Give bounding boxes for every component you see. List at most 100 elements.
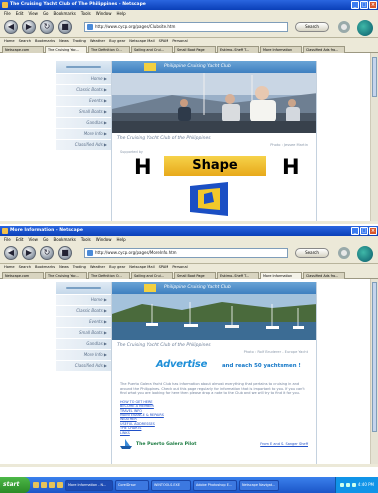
personal-personal[interactable]: Personal xyxy=(172,38,187,45)
personal-news[interactable]: News xyxy=(59,38,69,45)
menu-edit[interactable]: Edit xyxy=(16,236,24,243)
tab-small-boat[interactable]: Small Boat Page xyxy=(174,272,216,279)
menu-tools[interactable]: Tools xyxy=(81,236,91,243)
search-button[interactable]: Search xyxy=(295,248,329,258)
maximize-button[interactable]: □ xyxy=(360,227,368,235)
print-icon[interactable] xyxy=(338,247,350,259)
sidebar-item-events[interactable]: Events ▶ xyxy=(56,96,111,106)
quick-launch-icon[interactable] xyxy=(41,482,47,488)
menu-bookmarks[interactable]: Bookmarks xyxy=(54,10,76,17)
tab-sailing[interactable]: Sailing and Crui... xyxy=(131,272,173,279)
tab-small-boat[interactable]: Small Boat Page xyxy=(174,46,216,53)
sidebar-item-classified[interactable]: Classified Ads ▶ xyxy=(56,140,111,150)
reload-button[interactable]: ↻ xyxy=(40,20,54,34)
sidebar-item-classic-boats[interactable]: Classic Boats ▶ xyxy=(56,85,111,95)
taskbar-item[interactable]: Netscape Navigat... xyxy=(239,479,279,491)
sidebar-item-small-boats[interactable]: Small Boats ▶ xyxy=(56,107,111,117)
menu-help[interactable]: Help xyxy=(117,10,126,17)
quick-launch-icon[interactable] xyxy=(57,482,63,488)
netscape-logo-icon[interactable] xyxy=(357,20,373,36)
menu-bookmarks[interactable]: Bookmarks xyxy=(54,236,76,243)
link-links[interactable]: LINKS xyxy=(120,431,308,435)
tab-cruising-yacht[interactable]: The Cruising Yac... xyxy=(45,46,87,53)
quick-launch-icon[interactable] xyxy=(33,482,39,488)
menu-help[interactable]: Help xyxy=(117,236,126,243)
tab-netscape[interactable]: Netscape.com xyxy=(2,46,44,53)
close-button[interactable]: × xyxy=(369,227,377,235)
address-bar[interactable]: http://www.cycp.org/pages/MoreInfo.htm xyxy=(84,248,288,258)
sidebar-item-home[interactable]: Home ▶ xyxy=(56,295,111,305)
taskbar-item[interactable]: CorelDraw xyxy=(115,479,149,491)
pilot-title[interactable]: The Puerto Galera Pilot xyxy=(136,442,196,447)
sidebar-item-small-boats[interactable]: Small Boats ▶ xyxy=(56,328,111,338)
tab-eskimo[interactable]: Eskimo..Sheff T... xyxy=(217,272,259,279)
back-button[interactable]: ◀ xyxy=(4,246,18,260)
forward-button[interactable]: ▶ xyxy=(22,246,36,260)
tab-netscape[interactable]: Netscape.com xyxy=(2,272,44,279)
tab-classified[interactable]: Classified Ads fro... xyxy=(303,46,345,53)
window-title-bar[interactable]: The Cruising Yacht Club of The Philippin… xyxy=(0,0,378,10)
sidebar-item-gandlas[interactable]: Gandlas ▶ xyxy=(56,118,111,128)
personal-personal[interactable]: Personal xyxy=(172,264,187,271)
sponsor-shape-logo[interactable]: Shape xyxy=(164,156,266,176)
personal-mail[interactable]: Netscape Mail xyxy=(129,38,154,45)
personal-buy-gear[interactable]: Buy gear xyxy=(109,38,125,45)
personal-mail[interactable]: Netscape Mail xyxy=(129,264,154,271)
back-button[interactable]: ◀ xyxy=(4,20,18,34)
sidebar-item-home[interactable]: Home ▶ xyxy=(56,74,111,84)
search-button[interactable]: Search xyxy=(295,22,329,32)
sidebar-item-more-info[interactable]: More Info ▶ xyxy=(56,129,111,139)
menu-tools[interactable]: Tools xyxy=(81,10,91,17)
minimize-button[interactable]: _ xyxy=(351,227,359,235)
personal-trading[interactable]: Trading xyxy=(73,38,86,45)
quick-launch-icon[interactable] xyxy=(49,482,55,488)
menu-go[interactable]: Go xyxy=(43,236,49,243)
menu-window[interactable]: Window xyxy=(96,10,112,17)
tab-sailing[interactable]: Sailing and Crui... xyxy=(131,46,173,53)
stop-button[interactable]: ■ xyxy=(58,20,72,34)
personal-bookmarks[interactable]: Bookmarks xyxy=(35,264,55,271)
personal-home[interactable]: Home xyxy=(4,264,15,271)
vertical-scrollbar[interactable] xyxy=(370,53,378,221)
menu-file[interactable]: File xyxy=(4,10,11,17)
advertise-banner[interactable]: Advertise and reach 50 yachtsmen ! xyxy=(112,357,316,377)
tab-classified[interactable]: Classified Ads fro... xyxy=(303,272,345,279)
tab-cruising-yacht[interactable]: The Cruising Yac... xyxy=(45,272,87,279)
menu-file[interactable]: File xyxy=(4,236,11,243)
window-title-bar[interactable]: More Information - Netscape _ □ × xyxy=(0,226,378,236)
tab-definition[interactable]: The Definition O... xyxy=(88,272,130,279)
vertical-scrollbar[interactable] xyxy=(370,279,378,464)
personal-buy-gear[interactable]: Buy gear xyxy=(109,264,125,271)
reload-button[interactable]: ↻ xyxy=(40,246,54,260)
scrollbar-thumb[interactable] xyxy=(372,57,377,97)
forward-button[interactable]: ▶ xyxy=(22,20,36,34)
personal-search[interactable]: Search xyxy=(19,264,31,271)
taskbar-item[interactable]: Adobe Photoshop E... xyxy=(193,479,237,491)
pilot-author-link[interactable]: From E and S. Sanger Sheff xyxy=(260,442,308,446)
sidebar-item-gandlas[interactable]: Gandlas ▶ xyxy=(56,339,111,349)
start-button[interactable]: start xyxy=(0,477,30,493)
menu-window[interactable]: Window xyxy=(96,236,112,243)
personal-news[interactable]: News xyxy=(59,264,69,271)
taskbar-item[interactable]: WINTOOLS.EXE xyxy=(151,479,191,491)
personal-spam[interactable]: SPAM xyxy=(159,264,169,271)
personal-spam[interactable]: SPAM xyxy=(159,38,169,45)
taskbar-item[interactable]: More Information - N... xyxy=(65,479,113,491)
address-bar[interactable]: http://www.cycp.org/pages/Clubsite.htm xyxy=(84,22,288,32)
tray-icon[interactable] xyxy=(339,483,344,487)
menu-edit[interactable]: Edit xyxy=(16,10,24,17)
sidebar-item-classic-boats[interactable]: Classic Boats ▶ xyxy=(56,306,111,316)
maximize-button[interactable]: □ xyxy=(360,1,368,9)
personal-search[interactable]: Search xyxy=(19,38,31,45)
sidebar-item-more-info[interactable]: More Info ▶ xyxy=(56,350,111,360)
netscape-logo-icon[interactable] xyxy=(357,246,373,262)
minimize-button[interactable]: _ xyxy=(351,1,359,9)
sidebar-item-events[interactable]: Events ▶ xyxy=(56,317,111,327)
tray-icon[interactable] xyxy=(345,483,350,487)
menu-view[interactable]: View xyxy=(28,236,38,243)
stop-button[interactable]: ■ xyxy=(58,246,72,260)
tab-eskimo[interactable]: Eskimo..Sheff T... xyxy=(217,46,259,53)
sidebar-item-classified[interactable]: Classified Ads ▶ xyxy=(56,361,111,371)
personal-weather[interactable]: Weather xyxy=(90,264,105,271)
tab-definition[interactable]: The Definition O... xyxy=(88,46,130,53)
